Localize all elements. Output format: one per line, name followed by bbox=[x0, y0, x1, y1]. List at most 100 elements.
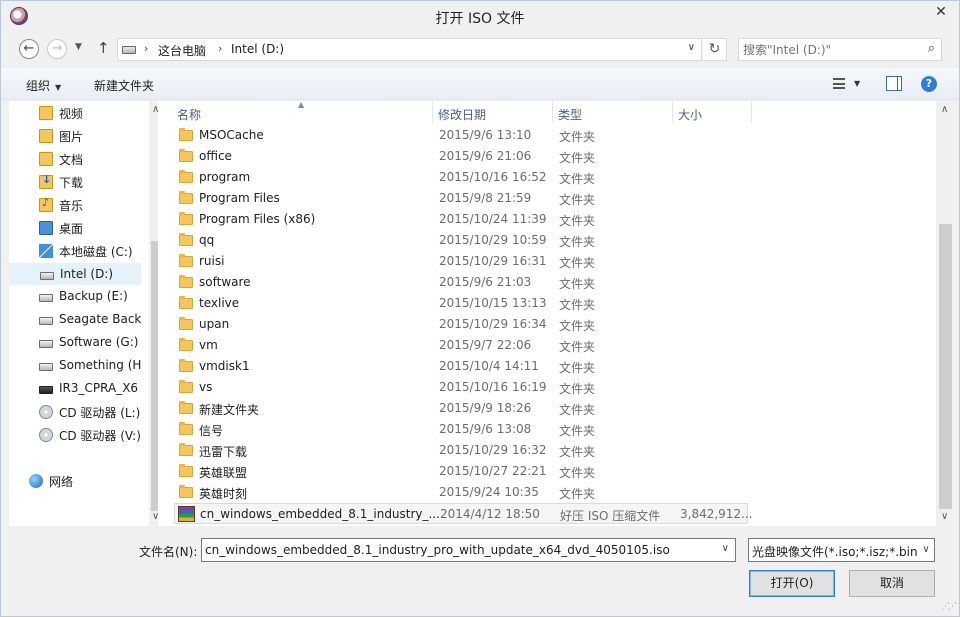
search-input[interactable] bbox=[743, 41, 913, 58]
file-row[interactable]: qq 2015/10/29 10:59 文件夹 bbox=[174, 230, 748, 251]
sidebar-item[interactable]: 图片 bbox=[9, 125, 141, 147]
file-row[interactable]: program 2015/10/16 16:52 文件夹 bbox=[174, 167, 748, 188]
sidebar-item[interactable]: 视频 bbox=[9, 102, 141, 124]
navigation-pane: 视频图片文档下载音乐桌面本地磁盘 (C:) Intel (D:) Backup (E… bbox=[9, 101, 164, 526]
file-row[interactable]: MSOCache 2015/9/6 13:10 文件夹 bbox=[174, 125, 748, 146]
forward-button[interactable]: → bbox=[47, 39, 67, 59]
open-iso-dialog: 打开 ISO 文件 ✕ ← → ▼ ↑ › 这台电脑 › Intel (D:) … bbox=[0, 0, 960, 617]
sidebar-item[interactable]: Software (G:) bbox=[9, 332, 141, 354]
file-size: 3,842,912... bbox=[680, 507, 753, 521]
file-row[interactable]: Program Files 2015/9/8 21:59 文件夹 bbox=[174, 188, 748, 209]
scroll-down-icon[interactable]: ∨ bbox=[941, 511, 948, 522]
sidebar-item[interactable]: 网络 bbox=[9, 470, 141, 492]
file-type: 文件夹 bbox=[559, 361, 596, 375]
help-icon[interactable]: ? bbox=[921, 76, 937, 92]
file-row[interactable]: 新建文件夹 2015/9/9 18:26 文件夹 bbox=[174, 398, 748, 419]
new-folder-button[interactable]: 新建文件夹 bbox=[94, 77, 154, 94]
sidebar-item[interactable]: Backup (E:) bbox=[9, 286, 141, 308]
file-name: vs bbox=[199, 380, 213, 394]
file-row[interactable]: office 2015/9/6 21:06 文件夹 bbox=[174, 146, 748, 167]
column-header-size[interactable]: 大小 bbox=[678, 106, 702, 123]
column-header-name[interactable]: 名称 bbox=[177, 106, 201, 123]
cancel-button[interactable]: 取消 bbox=[849, 570, 935, 597]
refresh-button[interactable]: ↻ bbox=[703, 38, 727, 61]
file-date: 2015/9/7 22:06 bbox=[439, 338, 532, 352]
sidebar-item[interactable]: 桌面 bbox=[9, 217, 141, 239]
breadcrumb-this-pc[interactable]: 这台电脑 bbox=[158, 42, 206, 59]
file-row[interactable]: 信号 2015/9/6 13:08 文件夹 bbox=[174, 419, 748, 440]
file-row[interactable]: vs 2015/10/16 16:19 文件夹 bbox=[174, 377, 748, 398]
organize-button[interactable]: 组织 ▼ bbox=[26, 77, 61, 94]
file-row[interactable]: upan 2015/10/29 16:34 文件夹 bbox=[174, 314, 748, 335]
chevron-down-icon[interactable]: ∨ bbox=[918, 539, 934, 561]
chevron-down-icon[interactable]: ∨ bbox=[688, 42, 695, 53]
file-row[interactable]: vm 2015/9/7 22:06 文件夹 bbox=[174, 335, 748, 356]
open-button[interactable]: 打开(O) bbox=[749, 570, 835, 597]
sidebar-item[interactable]: CD 驱动器 (L:) bbox=[9, 401, 141, 423]
haozip-archive-icon bbox=[178, 506, 195, 522]
column-divider[interactable] bbox=[552, 101, 553, 123]
column-divider[interactable] bbox=[432, 101, 433, 123]
file-type-select[interactable]: 光盘映像文件(*.iso;*.isz;*.bin;* ∨ bbox=[748, 538, 935, 562]
filename-combobox[interactable]: ∨ bbox=[201, 538, 736, 562]
network-icon bbox=[29, 474, 43, 488]
sidebar-item[interactable]: Intel (D:) bbox=[9, 263, 141, 285]
scroll-up-icon[interactable]: ∧ bbox=[941, 104, 948, 115]
address-bar[interactable]: › 这台电脑 › Intel (D:) ∨ bbox=[117, 38, 702, 61]
recent-locations-icon[interactable]: ▼ bbox=[75, 42, 82, 52]
file-date: 2014/4/12 18:50 bbox=[440, 507, 540, 521]
file-type: 文件夹 bbox=[559, 130, 596, 144]
column-divider[interactable] bbox=[751, 101, 752, 123]
sidebar-item[interactable]: 本地磁盘 (C:) bbox=[9, 240, 141, 262]
file-type: 文件夹 bbox=[559, 445, 596, 459]
file-row[interactable]: Program Files (x86) 2015/10/24 11:39 文件夹 bbox=[174, 209, 748, 230]
file-list-scrollbar[interactable]: ∧ ∨ bbox=[937, 101, 954, 526]
file-date: 2015/10/4 14:11 bbox=[439, 359, 539, 373]
file-row[interactable]: software 2015/9/6 21:03 文件夹 bbox=[174, 272, 748, 293]
chevron-right-icon[interactable]: › bbox=[218, 42, 222, 55]
sidebar-item[interactable]: 下载 bbox=[9, 171, 141, 193]
file-row[interactable]: vmdisk1 2015/10/4 14:11 文件夹 bbox=[174, 356, 748, 377]
sidebar-item[interactable]: 文档 bbox=[9, 148, 141, 170]
filename-input[interactable] bbox=[205, 542, 710, 558]
sidebar-item-label: 桌面 bbox=[59, 222, 84, 236]
search-icon[interactable]: ⌕ bbox=[928, 41, 935, 56]
file-row[interactable]: 英雄时刻 2015/9/24 10:35 文件夹 bbox=[174, 482, 748, 503]
preview-pane-icon[interactable] bbox=[886, 76, 902, 91]
drive-icon bbox=[39, 317, 53, 325]
file-date: 2015/9/6 13:10 bbox=[439, 128, 532, 142]
up-level-icon[interactable]: ↑ bbox=[97, 39, 110, 57]
sidebar-item[interactable]: Seagate Back bbox=[9, 309, 141, 331]
file-row[interactable]: cn_windows_embedded_8.1_industry_... 2014… bbox=[174, 503, 753, 524]
sidebar-item[interactable]: IR3_CPRA_X6 bbox=[9, 378, 141, 400]
dark-drive-icon bbox=[39, 386, 53, 394]
sidebar-item[interactable]: 音乐 bbox=[9, 194, 141, 216]
breadcrumb-drive[interactable]: Intel (D:) bbox=[231, 42, 284, 56]
file-row[interactable]: 迅雷下载 2015/10/29 16:32 文件夹 bbox=[174, 440, 748, 461]
caret-down-icon[interactable]: ▼ bbox=[854, 79, 860, 88]
chevron-down-icon[interactable]: ∨ bbox=[722, 543, 729, 554]
chevron-right-icon[interactable]: › bbox=[144, 42, 148, 55]
back-button[interactable]: ← bbox=[19, 39, 39, 59]
view-options-icon[interactable] bbox=[833, 78, 845, 89]
file-name: software bbox=[199, 275, 251, 289]
resize-grip-icon[interactable]: ⋰⋰ bbox=[941, 602, 957, 612]
file-row[interactable]: 英雄联盟 2015/10/27 22:21 文件夹 bbox=[174, 461, 748, 482]
sidebar-item[interactable]: CD 驱动器 (V:) bbox=[9, 424, 141, 446]
search-box[interactable]: ⌕ bbox=[738, 38, 942, 61]
file-row[interactable]: texlive 2015/10/15 13:13 文件夹 bbox=[174, 293, 748, 314]
scroll-thumb[interactable] bbox=[939, 224, 952, 509]
column-header-type[interactable]: 类型 bbox=[558, 106, 582, 123]
column-divider[interactable] bbox=[672, 101, 673, 123]
close-button[interactable]: ✕ bbox=[925, 2, 957, 22]
column-header-date[interactable]: 修改日期 bbox=[438, 106, 486, 123]
file-type: 文件夹 bbox=[559, 403, 596, 417]
file-type: 文件夹 bbox=[559, 424, 596, 438]
folder-icon bbox=[179, 191, 193, 204]
file-type: 文件夹 bbox=[559, 193, 596, 207]
folder-icon bbox=[179, 422, 193, 435]
caret-down-icon: ▼ bbox=[55, 83, 62, 92]
file-row[interactable]: ruisi 2015/10/29 16:31 文件夹 bbox=[174, 251, 748, 272]
file-date: 2015/10/29 10:59 bbox=[439, 233, 547, 247]
sidebar-item[interactable]: Something (H bbox=[9, 355, 141, 377]
